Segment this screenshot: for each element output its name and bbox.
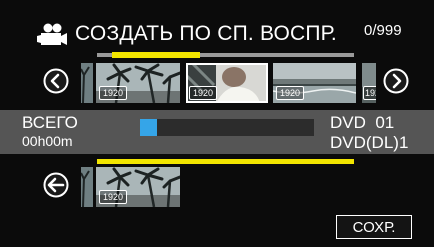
thumbnail-resolution-label: 1920 <box>189 86 218 100</box>
playlist-editor-screen: СОЗДАТЬ ПО СП. ВОСПР. 0/999 1920 1920 19… <box>0 0 434 247</box>
screen-title: СОЗДАТЬ ПО СП. ВОСПР. <box>75 22 337 45</box>
disc-count-dvd: DVD 01 <box>330 113 395 132</box>
source-thumbnail-edge-left[interactable] <box>81 63 93 103</box>
thumbnail-resolution-label: 1920 <box>99 86 128 100</box>
playlist-thumbnail-edge-left[interactable] <box>81 167 93 207</box>
total-time: 00h00m <box>22 133 73 149</box>
movie-camera-icon <box>37 23 67 45</box>
source-scroll-thumb <box>112 52 200 58</box>
playlist-thumbnail[interactable]: 1920 <box>96 167 180 207</box>
disc-capacity-bar <box>140 119 314 136</box>
thumbnail-resolution-label: 1920 <box>99 190 128 204</box>
playlist-counter: 0/999 <box>364 22 402 39</box>
arrow-left-circle-icon[interactable] <box>43 172 69 198</box>
source-thumbnail[interactable]: 1920 <box>96 63 180 103</box>
thumbnail-resolution-label: 1920 <box>276 86 305 100</box>
total-label: ВСЕГО <box>22 113 78 132</box>
chevron-left-icon[interactable] <box>43 68 69 94</box>
chevron-right-icon[interactable] <box>383 68 409 94</box>
thumbnail-resolution-label: 1920 <box>363 86 376 100</box>
source-thumbnail-selected[interactable]: 1920 <box>186 63 268 103</box>
source-thumbnail[interactable]: 1920 <box>273 63 356 103</box>
save-button[interactable]: СОХР. <box>336 215 412 239</box>
playlist-scroll-bar <box>97 159 354 164</box>
disc-count-dvd-dl: DVD(DL)1 <box>330 133 409 152</box>
source-thumbnail-edge-right[interactable]: 1920 <box>362 63 376 103</box>
disc-capacity-fill <box>140 119 158 136</box>
